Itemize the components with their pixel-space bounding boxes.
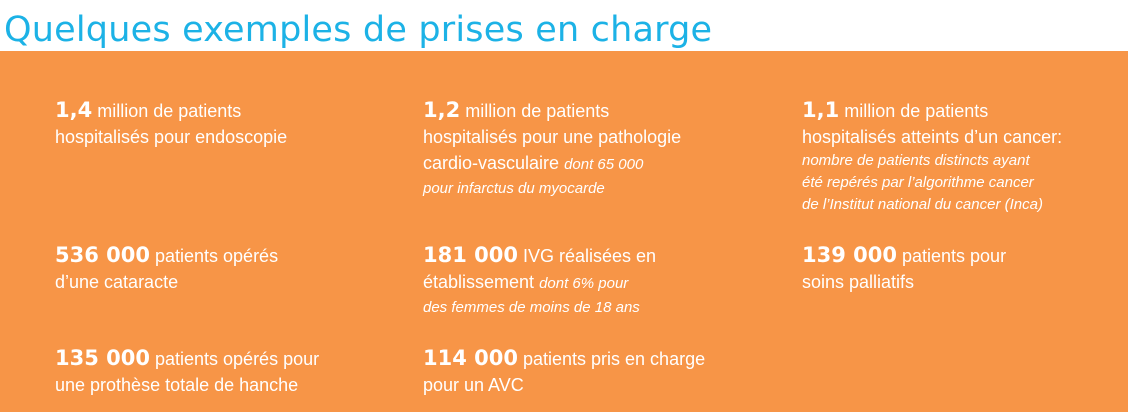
stat-text: d’une cataracte (55, 272, 179, 292)
stat-text: million de patients (92, 101, 242, 121)
stat-text: million de patients (460, 101, 610, 121)
stat-prothese-hanche: 135 000 patients opérés pour une prothès… (55, 345, 319, 398)
stat-note: dont 6% pour (539, 275, 629, 292)
stat-number: 1,1 (802, 98, 840, 122)
stat-note: pour infarctus du myocarde (423, 180, 605, 197)
stat-note: été repérés par l’algorithme cancer (802, 174, 1034, 191)
stat-text: établissement (423, 272, 540, 292)
page-title: Quelques exemples de prises en charge (4, 10, 713, 50)
stat-ivg: 181 000 IVG réalisées en établissement d… (423, 242, 656, 320)
stat-number: 536 000 (55, 243, 150, 267)
stat-text: patients opérés (149, 246, 279, 266)
stat-cancer: 1,1 million de patients hospitalisés att… (802, 97, 1062, 216)
stat-number: 1,4 (55, 98, 93, 122)
stat-number: 135 000 (55, 346, 150, 370)
stat-endoscopie: 1,4 million de patients hospitalisés pou… (55, 97, 287, 150)
stat-text: hospitalisés pour endoscopie (55, 127, 288, 147)
stat-number: 139 000 (802, 243, 897, 267)
stat-text: hospitalisés pour une pathologie (423, 127, 682, 147)
stat-number: 1,2 (423, 98, 461, 122)
stat-number: 114 000 (423, 346, 518, 370)
stat-text: patients pour (896, 246, 1007, 266)
stat-text: une prothèse totale de hanche (55, 375, 299, 395)
stat-text: hospitalisés atteints d’un cancer: (802, 127, 1063, 147)
stat-note: dont 65 000 (564, 156, 644, 173)
stat-cardio-vasculaire: 1,2 million de patients hospitalisés pou… (423, 97, 681, 201)
stat-text: cardio-vasculaire (423, 153, 565, 173)
stat-cataracte: 536 000 patients opérés d’une cataracte (55, 242, 278, 295)
stat-text: million de patients (839, 101, 989, 121)
stat-text: IVG réalisées en (517, 246, 657, 266)
stat-number: 181 000 (423, 243, 518, 267)
stat-note: nombre de patients distincts ayant (802, 152, 1030, 169)
stats-panel: 1,4 million de patients hospitalisés pou… (0, 51, 1128, 412)
stat-avc: 114 000 patients pris en charge pour un … (423, 345, 705, 398)
stat-text: pour un AVC (423, 375, 524, 395)
stat-soins-palliatifs: 139 000 patients pour soins palliatifs (802, 242, 1006, 295)
stat-text: soins palliatifs (802, 272, 915, 292)
stat-text: patients pris en charge (517, 349, 706, 369)
stat-text: patients opérés pour (149, 349, 320, 369)
stat-note: des femmes de moins de 18 ans (423, 299, 640, 316)
stat-note: de l’Institut national du cancer (Inca) (802, 196, 1043, 213)
